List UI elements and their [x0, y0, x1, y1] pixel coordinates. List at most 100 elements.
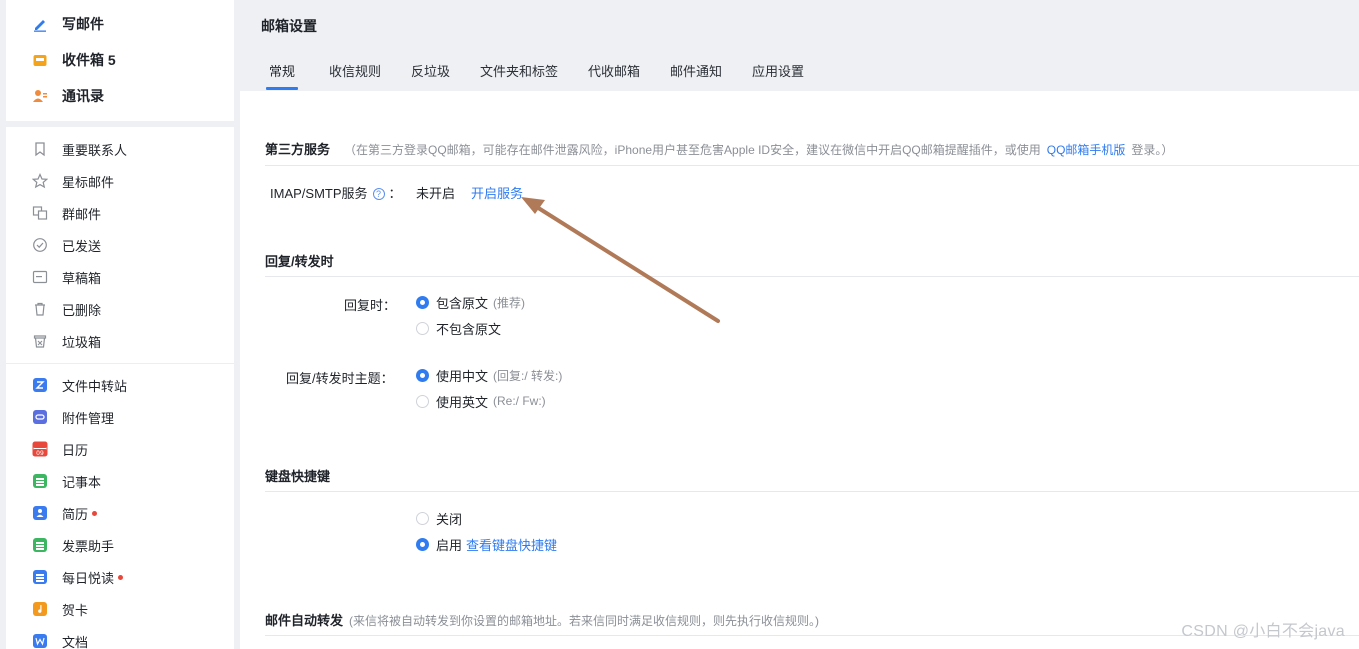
notepad-icon [32, 473, 48, 489]
junk-icon [32, 333, 48, 349]
group-mail-icon [32, 205, 48, 221]
radio-hint: (推荐) [493, 295, 526, 310]
sidebar-item-file-transfer[interactable]: 文件中转站 [32, 374, 127, 396]
calendar-icon: 09 [32, 441, 48, 457]
radio-button-selected[interactable] [416, 295, 429, 309]
subject-label: 回复/转发时主题： [286, 371, 394, 386]
inbox-icon [32, 52, 48, 68]
sidebar-item-drafts[interactable]: 草稿箱 [32, 266, 101, 288]
imap-smtp-label: IMAP/SMTP服务?： [270, 183, 402, 202]
radio-label: 启用 [436, 537, 463, 553]
greeting-card-icon [32, 601, 48, 617]
enable-service-link[interactable]: 开启服务 [471, 183, 523, 202]
radio-button[interactable] [416, 511, 429, 525]
sidebar-item-label: 草稿箱 [62, 270, 102, 286]
sidebar-folder-panel: 重要联系人 星标邮件 群邮件 已发送 草稿箱 已删除 垃圾箱 文件中转站 附件管… [6, 127, 234, 649]
sidebar-item-label: 重要联系人 [62, 142, 128, 158]
sidebar-divider [6, 363, 234, 364]
sidebar-item-label: 群邮件 [62, 206, 102, 222]
radio-button[interactable] [416, 321, 429, 335]
tab-mail-notification[interactable]: 邮件通知 [670, 61, 722, 80]
help-icon[interactable]: ? [372, 188, 385, 200]
resume-icon [32, 505, 48, 521]
radio-label: 包含原文 [436, 295, 489, 311]
contacts-icon [32, 88, 48, 104]
compose-button[interactable]: 写邮件 [32, 12, 104, 36]
attachment-icon [32, 409, 48, 425]
inbox-button[interactable]: 收件箱 5 [32, 48, 116, 72]
sidebar-item-deleted[interactable]: 已删除 [32, 298, 101, 320]
radio-chinese-prefix[interactable]: 使用中文 (回复:/ 转发:) [416, 365, 562, 385]
radio-english-prefix[interactable]: 使用英文 (Re:/ Fw:) [416, 391, 546, 411]
inbox-label: 收件箱 5 [62, 52, 116, 68]
sidebar-item-daily-read[interactable]: 每日悦读 [32, 566, 124, 588]
contacts-label: 通讯录 [62, 88, 104, 104]
page-title: 邮箱设置 [261, 18, 317, 34]
sidebar-item-label: 文档 [62, 634, 89, 649]
sidebar-item-junk[interactable]: 垃圾箱 [32, 330, 101, 352]
settings-header: 邮箱设置 常规 收信规则 反垃圾 文件夹和标签 代收邮箱 邮件通知 应用设置 [240, 0, 1359, 91]
tab-proxy-mailbox[interactable]: 代收邮箱 [588, 61, 640, 80]
new-dot-badge [118, 574, 124, 580]
radio-button-selected[interactable] [416, 537, 429, 551]
section-title: 邮件自动转发 [265, 613, 344, 628]
sidebar-item-label: 简历 [62, 506, 89, 522]
star-icon [31, 173, 49, 189]
sidebar-item-label: 附件管理 [62, 410, 115, 426]
radio-button-selected[interactable] [416, 368, 429, 382]
sidebar-item-label: 发票助手 [62, 538, 115, 554]
imap-smtp-text: IMAP/SMTP服务 [270, 186, 368, 201]
radio-hint: (回复:/ 转发:) [493, 368, 563, 383]
imap-status: 未开启 [416, 186, 456, 201]
sidebar-item-important-contacts[interactable]: 重要联系人 [32, 138, 127, 160]
draft-icon [32, 269, 48, 285]
invoice-icon [32, 537, 48, 553]
section-third-party: 第三方服务 （在第三方登录QQ邮箱，可能存在邮件泄露风险，iPhone用户甚至危害… [265, 139, 1173, 158]
sidebar-item-documents[interactable]: 文档 [32, 630, 88, 649]
document-icon [32, 633, 48, 649]
sidebar-item-calendar[interactable]: 09 日历 [32, 438, 88, 460]
qq-mobile-link[interactable]: QQ邮箱手机版 [1047, 143, 1126, 157]
radio-shortcuts-off[interactable]: 关闭 [416, 508, 462, 528]
svg-text:09: 09 [36, 450, 44, 457]
trash-icon [32, 301, 48, 317]
section-keyboard-shortcuts: 键盘快捷键 [265, 469, 331, 484]
file-transfer-icon [32, 377, 48, 393]
daily-read-icon [32, 569, 48, 585]
sidebar-item-label: 星标邮件 [62, 174, 115, 190]
reply-label: 回复时： [344, 298, 397, 313]
colon: ： [388, 186, 402, 201]
contacts-button[interactable]: 通讯录 [32, 84, 104, 108]
section-divider [265, 165, 1359, 166]
sidebar-item-attachments[interactable]: 附件管理 [32, 406, 114, 428]
radio-label: 关闭 [436, 511, 463, 527]
new-dot-badge [92, 510, 98, 516]
tab-general[interactable]: 常规 [269, 61, 295, 80]
sidebar-item-label: 已删除 [62, 302, 102, 318]
sidebar: 写邮件 收件箱 5 通讯录 重要联系人 星标邮件 群邮件 已发送 草稿箱 已删除… [0, 0, 240, 649]
sidebar-item-sent[interactable]: 已发送 [32, 234, 101, 256]
bookmark-icon [32, 141, 48, 157]
section-divider [265, 491, 1359, 492]
sidebar-item-label: 贺卡 [62, 602, 89, 618]
tab-app-settings[interactable]: 应用设置 [752, 61, 804, 80]
section-title: 第三方服务 [265, 142, 331, 157]
sidebar-item-label: 记事本 [62, 474, 102, 490]
radio-button[interactable] [416, 394, 429, 408]
view-shortcuts-link[interactable]: 查看键盘快捷键 [466, 535, 557, 554]
sidebar-item-greeting-card[interactable]: 贺卡 [32, 598, 88, 620]
sidebar-item-resume[interactable]: 简历 [32, 502, 98, 524]
radio-exclude-original[interactable]: 不包含原文 [416, 318, 501, 338]
radio-shortcuts-on[interactable]: 启用 查看键盘快捷键 [416, 534, 557, 554]
tab-anti-spam[interactable]: 反垃圾 [411, 61, 450, 80]
sidebar-item-group-mail[interactable]: 群邮件 [32, 202, 101, 224]
sidebar-item-notepad[interactable]: 记事本 [32, 470, 101, 492]
note-text: 登录。） [1131, 143, 1174, 157]
tab-receive-rules[interactable]: 收信规则 [329, 61, 381, 80]
sidebar-item-invoice[interactable]: 发票助手 [32, 534, 114, 556]
radio-include-original[interactable]: 包含原文 (推荐) [416, 292, 525, 312]
tab-folders-labels[interactable]: 文件夹和标签 [480, 61, 558, 80]
sidebar-item-label: 垃圾箱 [62, 334, 102, 350]
sidebar-item-starred[interactable]: 星标邮件 [31, 170, 115, 192]
section-note: (来信将被自动转发到你设置的邮箱地址。若来信同时满足收信规则，则先执行收信规则。… [349, 614, 820, 628]
